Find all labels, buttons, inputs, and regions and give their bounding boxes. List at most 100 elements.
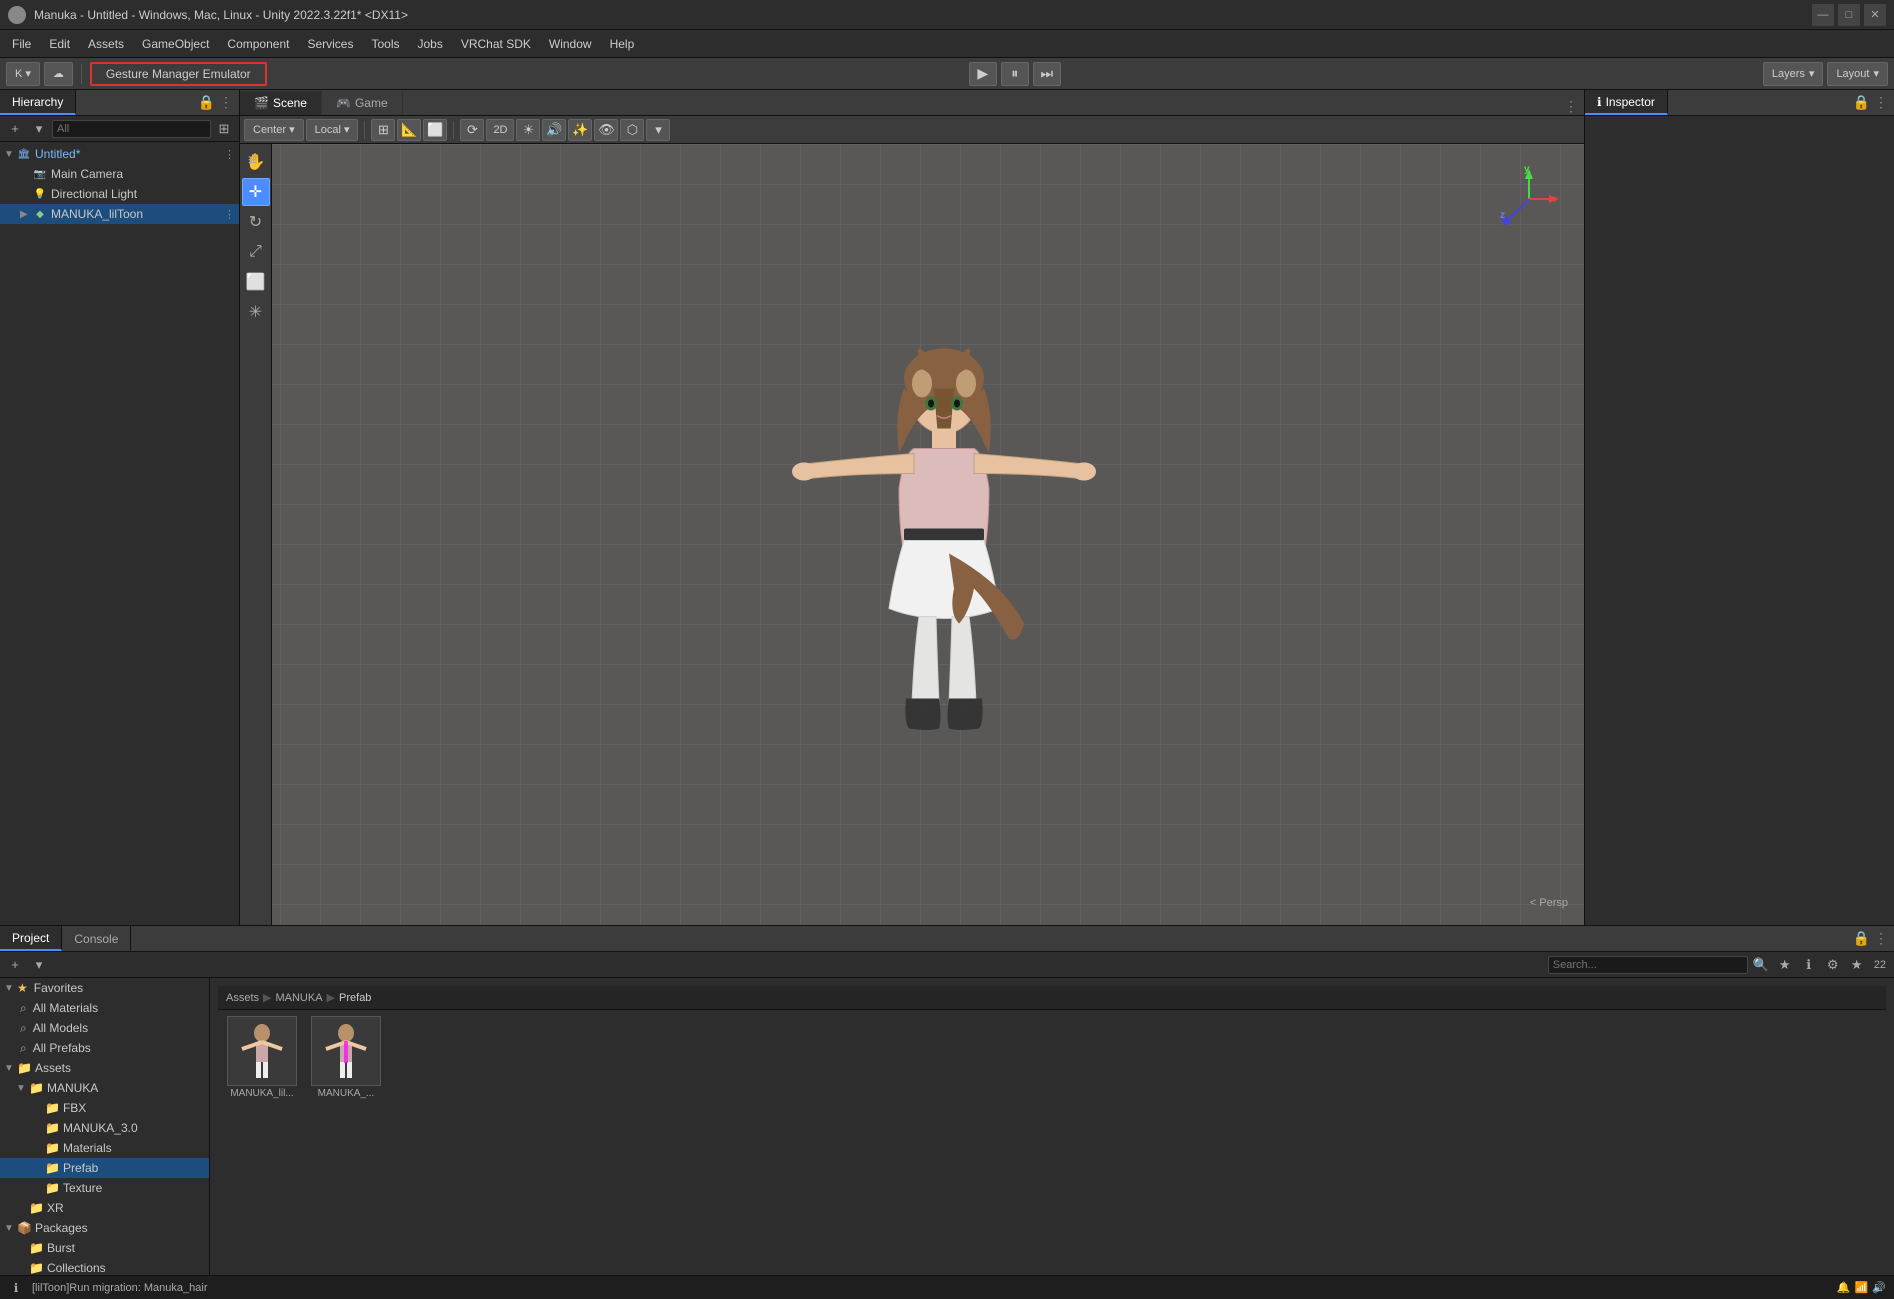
hierarchy-menu-icon[interactable]: ⋮ — [219, 94, 233, 111]
all-materials-label: All Materials — [33, 1001, 98, 1015]
menu-tools[interactable]: Tools — [363, 34, 407, 54]
hierarchy-sort-button[interactable]: ▾ — [28, 119, 50, 139]
2d-button[interactable]: 2D — [486, 119, 514, 141]
hierarchy-lock-icon[interactable]: 🔒 — [198, 94, 215, 111]
step-button[interactable]: ⏭ — [1033, 62, 1061, 86]
rotate-gizmo-button[interactable]: ⟳ — [460, 119, 484, 141]
viewport-hamburger-icon[interactable]: ≡ — [248, 152, 257, 170]
menu-services[interactable]: Services — [299, 34, 361, 54]
breadcrumb-assets[interactable]: Assets — [226, 992, 259, 1004]
add-hierarchy-button[interactable]: + — [4, 119, 26, 139]
all-prefabs-item[interactable]: ⌕ All Prefabs — [0, 1038, 209, 1058]
snap-button[interactable]: 📐 — [397, 119, 421, 141]
menu-bar: File Edit Assets GameObject Component Se… — [0, 30, 1894, 58]
favorites-section[interactable]: ▼ ★ Favorites — [0, 978, 209, 998]
close-button[interactable]: ✕ — [1864, 4, 1886, 26]
search-filter-5[interactable]: ★ — [1846, 955, 1868, 975]
search-filter-4[interactable]: ⚙ — [1822, 955, 1844, 975]
scale-tool-button[interactable]: ⤢ — [242, 238, 270, 266]
project-menu-icon[interactable]: ⋮ — [1874, 930, 1888, 947]
project-search-input[interactable] — [1548, 956, 1748, 974]
status-notify-icon[interactable]: 🔔 — [1837, 1281, 1851, 1294]
collections-folder[interactable]: 📁 Collections — [0, 1258, 209, 1275]
play-button[interactable]: ▶ — [969, 62, 997, 86]
menu-assets[interactable]: Assets — [80, 34, 132, 54]
add-asset-button[interactable]: + — [4, 955, 26, 975]
hierarchy-item-main-camera[interactable]: 📷 Main Camera — [0, 164, 239, 184]
menu-component[interactable]: Component — [219, 34, 297, 54]
scene-viewport[interactable]: ✋ ✛ ↻ ⤢ ⬜ ✳ — [240, 144, 1584, 925]
pause-button[interactable]: ⏸ — [1001, 62, 1029, 86]
prefab-folder[interactable]: 📁 Prefab — [0, 1158, 209, 1178]
hierarchy-expand-button[interactable]: ⊞ — [213, 119, 235, 139]
all-materials-item[interactable]: ⌕ All Materials — [0, 998, 209, 1018]
manuka-3-folder[interactable]: 📁 MANUKA_3.0 — [0, 1118, 209, 1138]
tab-scene[interactable]: 🎬 Scene — [240, 91, 322, 115]
hierarchy-item-directional-light[interactable]: 💡 Directional Light — [0, 184, 239, 204]
asset-item-manuka-lil-2[interactable]: MANUKA_... — [306, 1014, 386, 1101]
hierarchy-scene-root[interactable]: ▼ 🏛 Untitled* ⋮ — [0, 144, 239, 164]
custom-tool-button[interactable]: ✳ — [242, 298, 270, 326]
menu-vrchat-sdk[interactable]: VRChat SDK — [453, 34, 539, 54]
hierarchy-search-input[interactable] — [52, 120, 211, 138]
tab-hierarchy[interactable]: Hierarchy — [0, 90, 76, 115]
inspector-menu-icon[interactable]: ⋮ — [1874, 94, 1888, 111]
menu-window[interactable]: Window — [541, 34, 600, 54]
layout-button[interactable]: ⬜ — [423, 119, 447, 141]
search-filter-3[interactable]: ℹ — [1798, 955, 1820, 975]
gizmos-button[interactable]: ⬡ — [620, 119, 644, 141]
texture-folder[interactable]: 📁 Texture — [0, 1178, 209, 1198]
asset-sort-button[interactable]: ▾ — [28, 955, 50, 975]
xr-folder[interactable]: 📁 XR — [0, 1198, 209, 1218]
move-tool-button[interactable]: ✛ — [242, 178, 270, 206]
assets-section[interactable]: ▼ 📁 Assets — [0, 1058, 209, 1078]
local-dropdown-button[interactable]: Local ▾ — [306, 119, 359, 141]
search-filter-2[interactable]: ★ — [1774, 955, 1796, 975]
menu-jobs[interactable]: Jobs — [409, 34, 450, 54]
tab-project[interactable]: Project — [0, 926, 62, 951]
cloud-button[interactable]: ☁ — [44, 62, 73, 86]
maximize-button[interactable]: □ — [1838, 4, 1860, 26]
menu-edit[interactable]: Edit — [41, 34, 78, 54]
more-button[interactable]: ▾ — [646, 119, 670, 141]
search-filter-1[interactable]: 🔍 — [1750, 955, 1772, 975]
rotate-tool-button[interactable]: ↻ — [242, 208, 270, 236]
packages-section[interactable]: ▼ 📦 Packages — [0, 1218, 209, 1238]
all-models-item[interactable]: ⌕ All Models — [0, 1018, 209, 1038]
status-network-icon[interactable]: 📶 — [1855, 1281, 1869, 1294]
layout-dropdown[interactable]: Layout ▾ — [1827, 62, 1888, 86]
effects-button[interactable]: ✨ — [568, 119, 592, 141]
minimize-button[interactable]: — — [1812, 4, 1834, 26]
audio-button[interactable]: 🔊 — [542, 119, 566, 141]
gesture-manager-button[interactable]: Gesture Manager Emulator — [90, 62, 267, 86]
asset-item-manuka-lil-1[interactable]: MANUKA_lil... — [222, 1014, 302, 1101]
tab-inspector[interactable]: ℹ Inspector — [1585, 90, 1668, 115]
breadcrumb-prefab[interactable]: Prefab — [339, 992, 371, 1004]
scene-options-icon[interactable]: ⋮ — [224, 148, 235, 161]
project-lock-icon[interactable]: 🔒 — [1853, 930, 1870, 947]
account-button[interactable]: K ▾ — [6, 62, 40, 86]
materials-folder[interactable]: 📁 Materials — [0, 1138, 209, 1158]
scene-left-tools: ✋ ✛ ↻ ⤢ ⬜ ✳ — [240, 144, 272, 925]
hierarchy-item-manuka-liltoon[interactable]: ▶ ◆ MANUKA_lilToon ⋮ — [0, 204, 239, 224]
manuka-folder[interactable]: ▼ 📁 MANUKA — [0, 1078, 209, 1098]
fbx-folder[interactable]: 📁 FBX — [0, 1098, 209, 1118]
materials-folder-icon: 📁 — [45, 1141, 60, 1155]
status-audio-icon[interactable]: 🔊 — [1872, 1281, 1886, 1294]
tab-game[interactable]: 🎮 Game — [322, 91, 403, 115]
scene-menu-icon[interactable]: ⋮ — [1564, 98, 1578, 115]
burst-folder[interactable]: 📁 Burst — [0, 1238, 209, 1258]
grid-button[interactable]: ⊞ — [371, 119, 395, 141]
lighting-button[interactable]: ☀ — [516, 119, 540, 141]
center-dropdown-button[interactable]: Center ▾ — [244, 119, 304, 141]
menu-help[interactable]: Help — [602, 34, 643, 54]
menu-gameobject[interactable]: GameObject — [134, 34, 217, 54]
inspector-lock-icon[interactable]: 🔒 — [1853, 94, 1870, 111]
rect-tool-button[interactable]: ⬜ — [242, 268, 270, 296]
tab-console[interactable]: Console — [62, 926, 131, 951]
view-button[interactable]: 👁 — [594, 119, 618, 141]
menu-file[interactable]: File — [4, 34, 39, 54]
manuka-options-icon[interactable]: ⋮ — [224, 208, 235, 221]
layers-dropdown[interactable]: Layers ▾ — [1763, 62, 1824, 86]
breadcrumb-manuka[interactable]: MANUKA — [275, 992, 322, 1004]
